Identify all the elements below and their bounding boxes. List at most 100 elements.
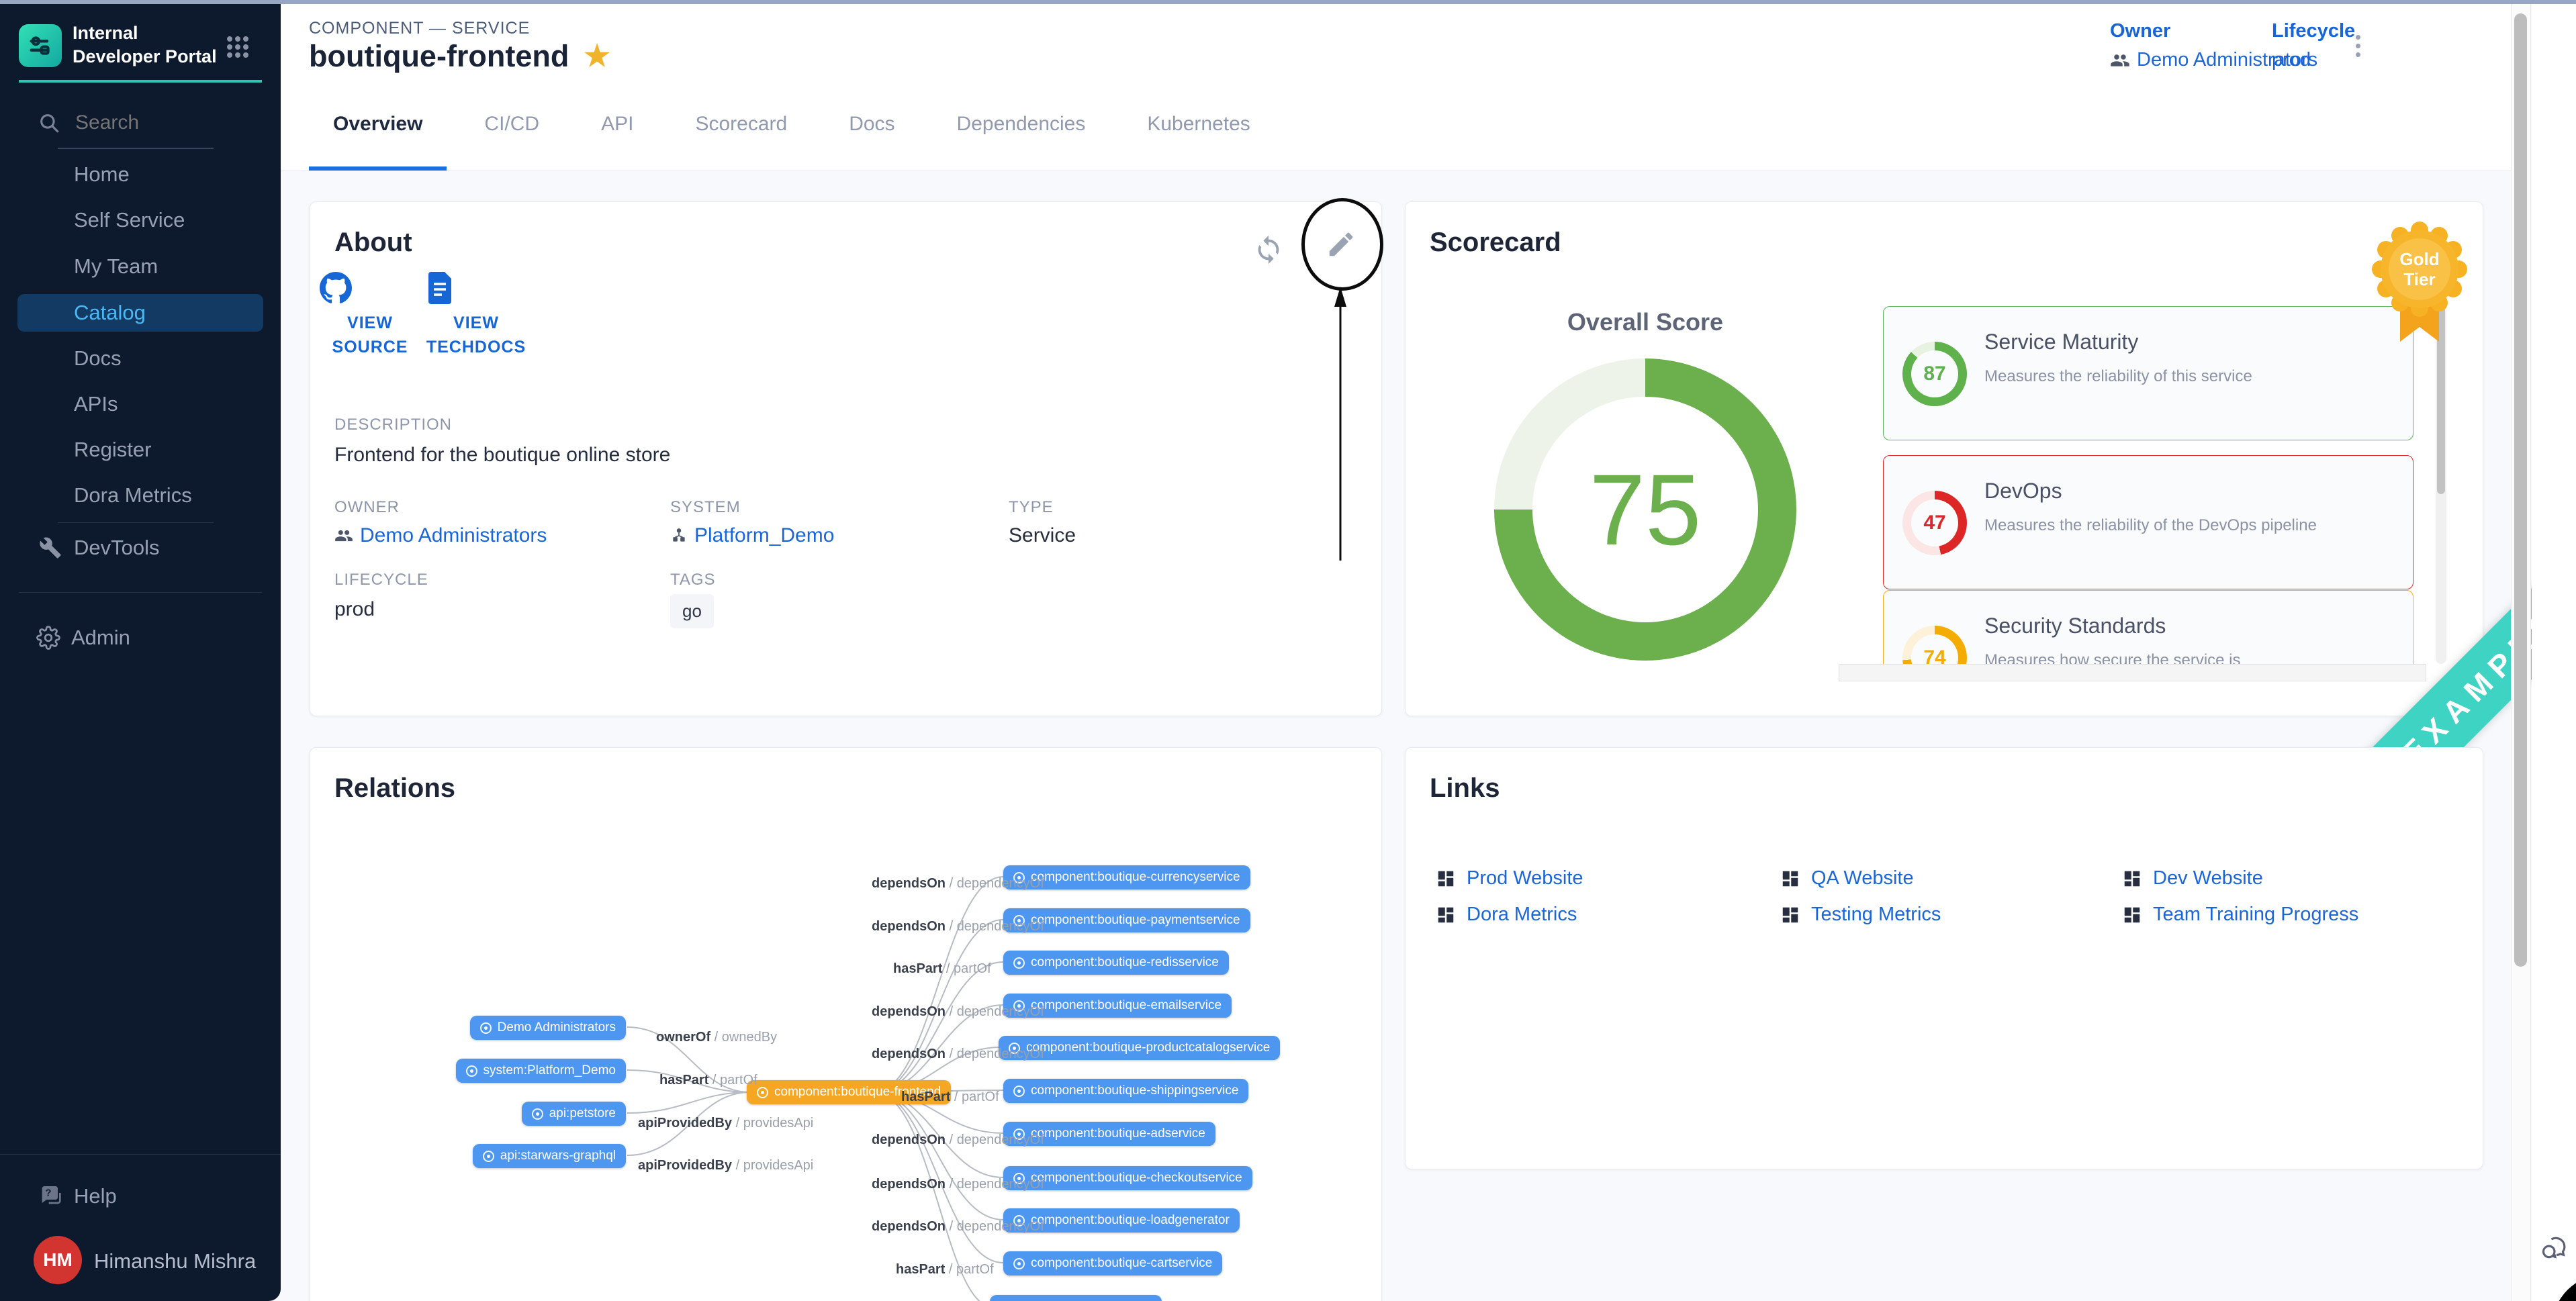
sidebar-item-apis[interactable]: APIs	[0, 385, 281, 423]
group-icon	[2110, 50, 2130, 70]
tab-api[interactable]: API	[570, 77, 664, 171]
metric-card-devops[interactable]: 47 DevOps Measures the reliability of th…	[1883, 455, 2413, 589]
tag-chip[interactable]: go	[670, 594, 714, 628]
api-icon	[532, 1108, 543, 1120]
link-testing-metrics[interactable]: Testing Metrics	[1780, 904, 1941, 926]
relations-card: Relations component:bou	[310, 747, 1382, 1301]
about-card: About VIEW SOURCE VIEW TECHDOCS DESCRIPT…	[310, 201, 1382, 716]
app-root: Internal Developer Portal Home Self Serv…	[0, 0, 2576, 1301]
sidebar-search[interactable]	[38, 106, 259, 140]
sidebar: Internal Developer Portal Home Self Serv…	[0, 4, 281, 1301]
sidebar-item-self-service[interactable]: Self Service	[0, 201, 281, 239]
svg-text:Tier: Tier	[2403, 269, 2435, 289]
link-prod-website[interactable]: Prod Website	[1436, 867, 1583, 889]
link-dora-metrics[interactable]: Dora Metrics	[1436, 904, 1577, 926]
dashboard-icon	[1780, 905, 1800, 925]
sidebar-item-help[interactable]: ? Help	[0, 1177, 281, 1215]
system-field-value: Platform_Demo	[670, 524, 834, 547]
sidebar-item-home[interactable]: Home	[0, 156, 281, 193]
wrench-icon	[39, 536, 62, 559]
user-name[interactable]: Himanshu Mishra	[94, 1249, 256, 1273]
lifecycle-label: Lifecycle	[2272, 20, 2355, 42]
search-input[interactable]	[74, 111, 238, 135]
svg-text:Gold: Gold	[2399, 249, 2439, 269]
system-entity-link[interactable]: Platform_Demo	[694, 524, 834, 547]
metrics-scrollbar-vertical[interactable]	[2436, 306, 2446, 664]
relation-node-platform-demo[interactable]: system:Platform_Demo	[456, 1059, 626, 1083]
sidebar-item-devtools[interactable]: DevTools	[0, 529, 281, 567]
metric-gauge: 87	[1902, 342, 1967, 406]
api-icon	[483, 1151, 494, 1162]
owner-entity-link[interactable]: Demo Administrators	[360, 524, 547, 547]
annotation-arrow	[1327, 284, 1354, 566]
header-lifecycle-block: Lifecycle prod	[2272, 20, 2355, 71]
sidebar-item-my-team[interactable]: My Team	[0, 248, 281, 285]
edge-label: dependsOn / dependencyOf	[872, 1219, 1044, 1235]
relation-node-petstore[interactable]: api:petstore	[522, 1102, 626, 1126]
dashboard-icon	[2122, 869, 2142, 889]
sidebar-item-dora-metrics[interactable]: Dora Metrics	[0, 477, 281, 514]
about-title: About	[334, 228, 412, 258]
metric-card-service-maturity[interactable]: 87 Service Maturity Measures the reliabi…	[1883, 306, 2413, 440]
favorite-star-icon[interactable]: ★	[584, 42, 610, 71]
link-dev-website[interactable]: Dev Website	[2122, 867, 2263, 889]
apps-grid-icon[interactable]	[226, 35, 250, 59]
sidebar-item-register[interactable]: Register	[0, 431, 281, 469]
component-icon	[1013, 957, 1025, 969]
tab-scorecard[interactable]: Scorecard	[664, 77, 818, 171]
system-field-label: SYSTEM	[670, 498, 741, 517]
sidebar-item-admin[interactable]: Admin	[0, 619, 281, 657]
description-label: DESCRIPTION	[334, 416, 452, 434]
edge-label: apiProvidedBy / providesApi	[638, 1158, 813, 1173]
gear-icon	[36, 626, 60, 650]
relation-node-redisservice[interactable]: component:boutique-redisservice	[1003, 951, 1229, 975]
relation-node-demo-administrators[interactable]: Demo Administrators	[470, 1016, 626, 1040]
system-icon	[670, 527, 688, 544]
metrics-scrollbar-horizontal[interactable]	[1839, 664, 2426, 681]
portal-logo-icon[interactable]	[19, 24, 62, 67]
overall-score-gauge: 75	[1494, 358, 1796, 661]
search-underline	[58, 148, 214, 149]
owner-field-label: OWNER	[334, 498, 400, 517]
lifecycle-field-label: LIFECYCLE	[334, 571, 428, 589]
metric-card-security-standards[interactable]: 74 Security Standards Measures how secur…	[1883, 590, 2413, 664]
refresh-icon[interactable]	[1253, 234, 1284, 265]
chat-bubbles-icon[interactable]	[2540, 1233, 2569, 1262]
tab-dependencies[interactable]: Dependencies	[926, 77, 1117, 171]
tab-kubernetes[interactable]: Kubernetes	[1116, 77, 1281, 171]
edge-label: dependsOn / dependencyOf	[872, 876, 1044, 892]
brand-title: Internal Developer Portal	[73, 21, 220, 68]
relation-node-clipped[interactable]	[990, 1295, 1162, 1301]
dashboard-icon	[1780, 869, 1800, 889]
links-card: Links Prod Website QA Website Dev Websit…	[1405, 747, 2483, 1169]
page-scrollbar-thumb[interactable]	[2514, 13, 2527, 967]
edge-label: dependsOn / dependencyOf	[872, 1004, 1044, 1020]
edge-label: dependsOn / dependencyOf	[872, 1177, 1044, 1192]
tags-field-label: TAGS	[670, 571, 716, 589]
scorecard-card: Scorecard Overall Score 75 87 Service Ma…	[1405, 201, 2483, 716]
component-icon	[757, 1087, 768, 1098]
sidebar-item-catalog[interactable]: Catalog	[17, 294, 263, 332]
sidebar-divider-teal	[19, 80, 262, 83]
link-team-training-progress[interactable]: Team Training Progress	[2122, 904, 2358, 926]
relation-node-cartservice[interactable]: component:boutique-cartservice	[1003, 1251, 1222, 1275]
relation-node-starwars-graphql[interactable]: api:starwars-graphql	[473, 1144, 626, 1168]
tab-docs[interactable]: Docs	[818, 77, 925, 171]
view-source-button[interactable]: VIEW SOURCE	[320, 272, 420, 360]
entity-header: COMPONENT — SERVICE boutique-frontend ★ …	[281, 4, 2511, 78]
overall-score-label: Overall Score	[1477, 308, 1813, 336]
scorecard-metric-list: 87 Service Maturity Measures the reliabi…	[1883, 306, 2415, 664]
link-qa-website[interactable]: QA Website	[1780, 867, 1914, 889]
type-field-label: TYPE	[1009, 498, 1054, 517]
annotation-circle	[1301, 198, 1383, 291]
right-gutter	[2532, 4, 2576, 1301]
edge-label: dependsOn / dependencyOf	[872, 1133, 1044, 1148]
sidebar-item-docs[interactable]: Docs	[0, 340, 281, 377]
more-options-icon[interactable]	[2356, 31, 2362, 61]
edge-label: dependsOn / dependencyOf	[872, 1047, 1044, 1062]
view-techdocs-button[interactable]: VIEW TECHDOCS	[426, 272, 526, 360]
user-avatar[interactable]: HM	[34, 1236, 82, 1284]
tab-cicd[interactable]: CI/CD	[453, 77, 570, 171]
relation-node-shippingservice[interactable]: component:boutique-shippingservice	[1003, 1079, 1248, 1103]
tab-overview[interactable]: Overview	[302, 77, 453, 171]
